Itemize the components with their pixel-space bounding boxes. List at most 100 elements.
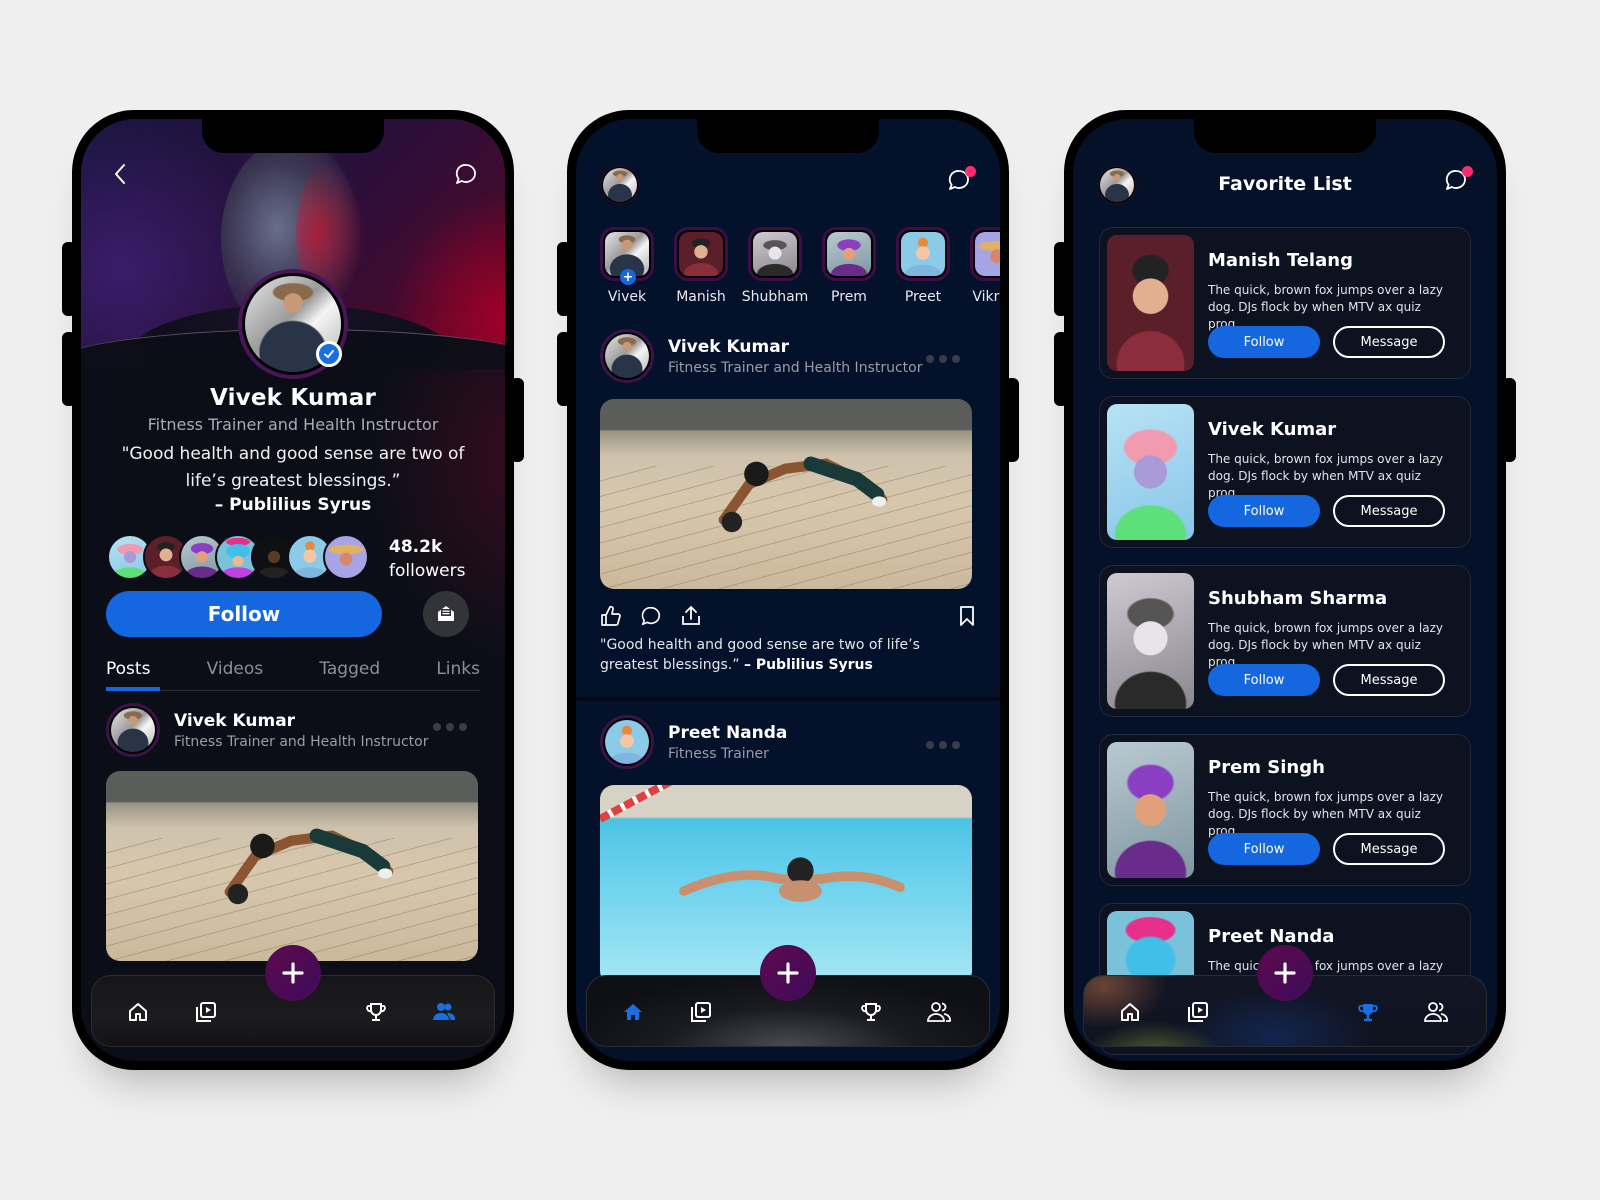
verified-badge [316, 341, 342, 367]
chat-button[interactable] [451, 159, 481, 189]
profile-avatar[interactable] [238, 269, 348, 379]
story-name: Vikram [972, 289, 1000, 305]
plus-icon [1274, 962, 1296, 984]
story-item[interactable]: Manish [674, 227, 728, 305]
people-icon [433, 1003, 456, 1020]
home-icon [1121, 1003, 1139, 1021]
post-photo-content [718, 456, 888, 533]
nav-leaderboard[interactable] [362, 998, 390, 1026]
my-avatar[interactable] [600, 165, 640, 205]
favorite-name[interactable]: Preet Nanda [1208, 926, 1334, 947]
nav-home[interactable] [1116, 998, 1144, 1026]
favorite-avatar[interactable] [1107, 573, 1194, 709]
message-button[interactable]: Message [1333, 664, 1445, 696]
notification-dot [1462, 166, 1473, 177]
post-author-avatar[interactable] [106, 703, 160, 757]
follow-button[interactable]: Follow [1208, 326, 1320, 358]
chat-button[interactable] [1441, 165, 1473, 195]
nav-home[interactable] [124, 998, 152, 1026]
post-divider [576, 697, 1000, 701]
story-item[interactable]: Preet [896, 227, 950, 305]
comment-button[interactable] [640, 605, 662, 627]
post-author-role: Fitness Trainer and Health Instructor [174, 733, 429, 750]
nav-leaderboard[interactable] [857, 998, 885, 1026]
post-author-role: Fitness Trainer [668, 745, 769, 762]
nav-people[interactable] [430, 998, 458, 1026]
favorite-name[interactable]: Manish Telang [1208, 250, 1353, 271]
story-name: Vivek [607, 289, 647, 305]
create-post-button[interactable] [265, 945, 321, 1001]
profile-name: Vivek Kumar [210, 385, 376, 411]
bookmark-button[interactable] [958, 605, 976, 627]
post-more-button[interactable] [433, 723, 467, 731]
phone-feed-screen: + Vivek Manish Shubham Prem Preet Vikr V… [557, 110, 1019, 1070]
chevron-left-icon [115, 164, 125, 184]
power-button [1005, 378, 1019, 462]
tab-tagged[interactable]: Tagged [319, 655, 380, 690]
post-more-button[interactable] [926, 355, 960, 363]
like-button[interactable] [600, 605, 622, 627]
create-post-button[interactable] [760, 945, 816, 1001]
followers-label: followers [389, 561, 466, 581]
followers-number: 48.2k [389, 537, 443, 557]
favorite-avatar[interactable] [1107, 742, 1194, 878]
notification-dot [965, 166, 976, 177]
follow-button[interactable]: Follow [1208, 833, 1320, 865]
post-author-name[interactable]: Preet Nanda [668, 723, 787, 743]
follower-avatars[interactable] [107, 534, 369, 580]
nav-videos[interactable] [192, 998, 220, 1026]
post-more-button[interactable] [926, 741, 960, 749]
message-button[interactable]: Message [1333, 326, 1445, 358]
favorite-avatar[interactable] [1107, 235, 1194, 371]
message-button[interactable] [423, 591, 469, 637]
profile-tabs: Posts Videos Tagged Links [106, 655, 480, 691]
volume-down-button [62, 332, 76, 406]
post-author-name[interactable]: Vivek Kumar [668, 337, 922, 357]
thumbs-up-icon [601, 605, 621, 626]
post-author-avatar[interactable] [600, 329, 654, 383]
message-button[interactable]: Message [1333, 495, 1445, 527]
post-author-avatar[interactable] [600, 715, 654, 769]
tab-videos[interactable]: Videos [207, 655, 264, 690]
bookmark-icon [960, 606, 974, 626]
message-button[interactable]: Message [1333, 833, 1445, 865]
tab-posts[interactable]: Posts [106, 655, 161, 691]
follow-button[interactable]: Follow [1208, 664, 1320, 696]
share-button[interactable] [680, 605, 702, 627]
nav-home[interactable] [619, 998, 647, 1026]
add-story-icon[interactable]: + [620, 269, 636, 285]
story-item[interactable]: Shubham [742, 227, 808, 305]
volume-up-button [557, 242, 571, 316]
caption-author: – Publilius Syrus [743, 657, 873, 673]
favorite-card: Manish Telang The quick, brown fox jumps… [1099, 227, 1471, 379]
favorite-name[interactable]: Vivek Kumar [1208, 419, 1336, 440]
notch [202, 119, 384, 153]
nav-people[interactable] [1422, 998, 1450, 1026]
story-item[interactable]: Prem [822, 227, 876, 305]
back-button[interactable] [105, 159, 135, 189]
favorite-card: Shubham Sharma The quick, brown fox jump… [1099, 565, 1471, 717]
favorite-name[interactable]: Prem Singh [1208, 757, 1325, 778]
create-post-button[interactable] [1257, 945, 1313, 1001]
chat-button[interactable] [944, 165, 976, 195]
nav-leaderboard[interactable] [1354, 998, 1382, 1026]
trophy-icon [861, 1003, 881, 1021]
story-item[interactable]: + Vivek [600, 227, 654, 305]
post-author-role: Fitness Trainer and Health Instructor [668, 359, 923, 376]
follow-button[interactable]: Follow [1208, 495, 1320, 527]
post-author-name[interactable]: Vivek Kumar [174, 711, 428, 731]
favorite-list: Manish Telang The quick, brown fox jumps… [1099, 227, 1471, 1061]
comment-icon [641, 606, 661, 626]
favorite-name[interactable]: Shubham Sharma [1208, 588, 1387, 609]
nav-videos[interactable] [687, 998, 715, 1026]
home-icon [129, 1003, 147, 1021]
tab-links[interactable]: Links [436, 655, 480, 690]
story-item[interactable]: Vikram [970, 227, 1000, 305]
followers-count[interactable]: 48.2k followers [389, 535, 465, 583]
nav-videos[interactable] [1184, 998, 1212, 1026]
favorite-avatar[interactable] [1107, 404, 1194, 540]
post-image[interactable] [106, 771, 478, 961]
follow-button[interactable]: Follow [106, 591, 382, 637]
post-image[interactable] [600, 399, 972, 589]
nav-people[interactable] [925, 998, 953, 1026]
